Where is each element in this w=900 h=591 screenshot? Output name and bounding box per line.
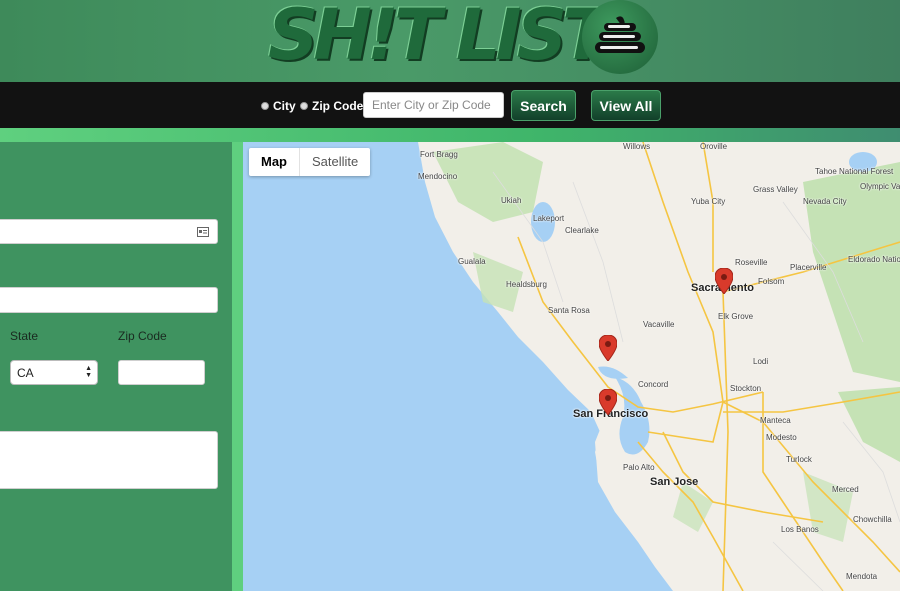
stacked-list-icon[interactable] — [582, 0, 658, 74]
notes-textarea[interactable] — [0, 431, 218, 489]
map-label-town: Ukiah — [501, 196, 522, 205]
chevron-up-down-icon: ▲ ▼ — [85, 365, 92, 379]
map-label-town: Gualala — [458, 257, 486, 266]
radio-city[interactable]: City — [261, 99, 296, 113]
zip-code-label: Zip Code — [118, 329, 167, 343]
map-label-town: Willows — [623, 142, 651, 151]
map-label-town: Palo Alto — [623, 463, 655, 472]
map-label-town: Mendocino — [418, 172, 458, 181]
map-label-town: Roseville — [735, 258, 768, 267]
map-label-town: Eldorado National Forest — [848, 255, 900, 264]
radio-dot-icon[interactable] — [300, 102, 308, 110]
map-label-town: Oroville — [700, 142, 728, 151]
map-label-town: Tahoe National Forest — [815, 167, 894, 176]
tab-satellite[interactable]: Satellite — [300, 148, 370, 176]
radio-zip-code[interactable]: Zip Code — [300, 99, 363, 113]
map-canvas — [418, 142, 900, 591]
map-label-town: Fort Bragg — [420, 150, 458, 159]
city-input[interactable] — [0, 287, 218, 313]
map-label-town: Merced — [832, 485, 859, 494]
map-label-town: Nevada City — [803, 197, 847, 206]
accent-strip — [0, 128, 900, 142]
site-logo-text[interactable]: SH!T LIST — [268, 0, 610, 76]
address-input[interactable] — [0, 219, 218, 244]
header-banner: SH!T LIST — [0, 0, 900, 82]
map-type-control[interactable]: Map Satellite — [249, 148, 371, 176]
search-button[interactable]: Search — [511, 90, 576, 121]
map-label-town: Modesto — [766, 433, 797, 442]
map-label-town: Turlock — [786, 455, 812, 464]
state-select[interactable]: CA ▲ ▼ — [10, 360, 98, 385]
map-label-town: Lakeport — [533, 214, 565, 223]
tab-map[interactable]: Map — [249, 148, 300, 176]
form-panel: State Zip Code CA ▲ ▼ — [0, 142, 232, 591]
map-label-town: Lodi — [753, 357, 769, 366]
map-label-town: Stockton — [730, 384, 762, 393]
map-label-town: Placerville — [790, 263, 827, 272]
map-view[interactable]: Map Satellite Sacramento San Francisco S… — [243, 142, 900, 591]
map-label-town: Grass Valley — [753, 185, 798, 194]
view-all-button[interactable]: View All — [591, 90, 661, 121]
map-label-town: Chowchilla — [853, 515, 892, 524]
map-label-san-jose: San Jose — [650, 476, 699, 488]
map-marker-icon[interactable] — [599, 335, 617, 361]
map-label-town: Folsom — [758, 277, 785, 286]
map-label-town: Manteca — [760, 416, 791, 425]
zip-code-input[interactable] — [118, 360, 205, 385]
state-select-value: CA — [17, 366, 34, 380]
map-label-town: Clearlake — [565, 226, 599, 235]
map-label-town: Yuba City — [691, 197, 726, 206]
map-label-town: Elk Grove — [718, 312, 754, 321]
contact-card-icon — [197, 227, 209, 237]
search-bar: City Zip Code Search View All — [0, 82, 900, 128]
map-label-town: Santa Rosa — [548, 306, 590, 315]
map-label-town: Vacaville — [643, 320, 675, 329]
map-label-town: Olympic Valley — [860, 182, 900, 191]
map-label-town: Mendota — [846, 572, 878, 581]
map-label-town: Los Banos — [781, 525, 819, 534]
radio-dot-icon[interactable] — [261, 102, 269, 110]
search-input[interactable] — [363, 92, 504, 118]
map-label-town: Healdsburg — [506, 280, 547, 289]
map-marker-icon[interactable] — [599, 389, 617, 415]
map-marker-icon[interactable] — [715, 268, 733, 294]
radio-zip-label: Zip Code — [312, 99, 364, 113]
state-label: State — [10, 329, 39, 343]
map-label-town: Concord — [638, 380, 669, 389]
panel-divider — [232, 142, 243, 591]
radio-city-label: City — [273, 99, 296, 113]
